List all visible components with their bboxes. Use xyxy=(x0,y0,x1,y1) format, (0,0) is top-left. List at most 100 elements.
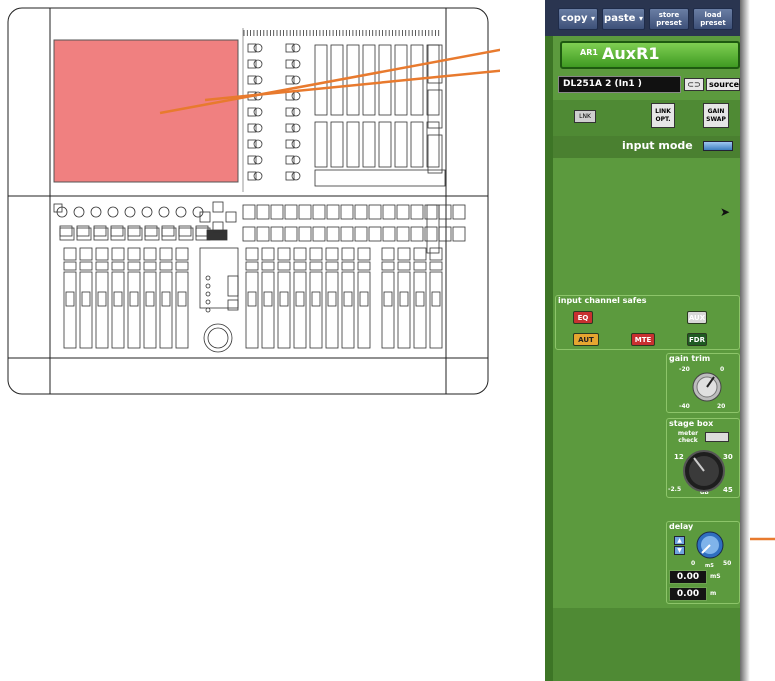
fader-cap xyxy=(161,291,171,307)
strip-button xyxy=(429,261,443,271)
panel-bottom xyxy=(545,608,740,681)
channel-name-bar[interactable]: AR1 AuxR1 xyxy=(560,41,740,69)
strip-button xyxy=(413,247,427,261)
strip-button xyxy=(357,247,371,261)
surface-button xyxy=(452,226,466,242)
select-button xyxy=(195,225,209,237)
select-knob xyxy=(107,206,119,218)
fader-cap xyxy=(263,291,273,307)
paste-button[interactable]: paste ▾ xyxy=(602,8,645,30)
fader-track xyxy=(413,271,427,349)
strip-button xyxy=(159,261,173,271)
strip-button xyxy=(245,247,259,261)
surface-button xyxy=(382,226,396,242)
link-toggle[interactable]: LNK xyxy=(574,110,596,123)
channel-knob xyxy=(291,107,301,117)
surface-button xyxy=(242,226,256,242)
strip-button xyxy=(325,247,339,261)
input-mode-toggle[interactable] xyxy=(703,141,733,151)
eq-safe-button[interactable]: EQ xyxy=(573,311,593,324)
strip-button xyxy=(127,261,141,271)
fader-cap xyxy=(327,291,337,307)
select-button xyxy=(110,225,124,237)
mini-button xyxy=(53,203,63,213)
fader-cap xyxy=(343,291,353,307)
strip-button xyxy=(261,261,275,271)
surface-button xyxy=(354,226,368,242)
nav-button xyxy=(225,211,237,223)
store-preset-button[interactable]: store preset xyxy=(649,8,689,30)
channel-id: AR1 xyxy=(580,48,598,57)
link-opt-button[interactable]: LINK OPT. xyxy=(651,103,675,128)
centre-led xyxy=(205,275,211,281)
load-preset-button[interactable]: load preset xyxy=(693,8,733,30)
fader-cap xyxy=(247,291,257,307)
surface-button xyxy=(312,226,326,242)
centre-button xyxy=(227,299,239,311)
select-button xyxy=(93,225,107,237)
fader-cap xyxy=(81,291,91,307)
fader-track xyxy=(261,271,275,349)
fdr-safe-button[interactable]: FDR xyxy=(687,333,707,346)
strip-button xyxy=(143,247,157,261)
channel-knob xyxy=(253,139,263,149)
channel-knob xyxy=(291,91,301,101)
surface-button xyxy=(410,226,424,242)
select-button xyxy=(59,225,73,237)
input-mode-label: input mode xyxy=(622,139,693,152)
fader-cap xyxy=(431,291,441,307)
strip-button xyxy=(63,261,77,271)
gain-trim-knob[interactable] xyxy=(690,370,724,404)
strip-button xyxy=(277,247,291,261)
fader-track xyxy=(293,271,307,349)
logo-block xyxy=(206,229,228,241)
delay-ms-value[interactable]: 0.00 xyxy=(669,570,707,584)
aux-safe-button[interactable]: AUX xyxy=(687,311,707,324)
fader-track xyxy=(111,271,125,349)
strip-button xyxy=(341,261,355,271)
select-button xyxy=(178,225,192,237)
input-source-field[interactable]: DL251A 2 (In1 ) xyxy=(558,76,681,93)
channel-panel: copy ▾ paste ▾ store preset load preset … xyxy=(545,0,740,681)
aut-safe-button[interactable]: AUT xyxy=(573,333,599,346)
delay-up-button[interactable]: ▲ xyxy=(674,536,685,545)
delay-knob[interactable] xyxy=(695,530,725,560)
centre-led xyxy=(205,299,211,305)
fader-track xyxy=(127,271,141,349)
strip-button xyxy=(397,261,411,271)
fader-track xyxy=(63,271,77,349)
channel-knob xyxy=(291,123,301,133)
source-button[interactable]: source xyxy=(706,78,740,91)
centre-led xyxy=(205,283,211,289)
select-button xyxy=(127,225,141,237)
delay-m-value[interactable]: 0.00 xyxy=(669,587,707,601)
mte-safe-button[interactable]: MTE xyxy=(631,333,655,346)
gain-swap-button[interactable]: GAIN SWAP xyxy=(703,103,729,128)
channel-knob xyxy=(291,59,301,69)
stage-box-gain-knob[interactable] xyxy=(682,449,726,493)
fader-cap xyxy=(145,291,155,307)
select-knob xyxy=(175,206,187,218)
strip-button xyxy=(127,247,141,261)
module-slot xyxy=(346,44,360,116)
safes-title: input channel safes xyxy=(558,296,647,305)
strip-button xyxy=(63,247,77,261)
surface-button xyxy=(242,204,256,220)
delay-down-button[interactable]: ▼ xyxy=(674,546,685,555)
fader-track xyxy=(79,271,93,349)
channel-knob xyxy=(253,75,263,85)
module-slot xyxy=(362,44,376,116)
fader-track xyxy=(325,271,339,349)
module-slot xyxy=(378,121,392,168)
strip-button xyxy=(95,247,109,261)
meter-check-toggle[interactable] xyxy=(705,432,729,442)
strip-button xyxy=(357,261,371,271)
fader-track xyxy=(143,271,157,349)
copy-button[interactable]: copy ▾ xyxy=(558,8,598,30)
channel-knob xyxy=(291,171,301,181)
fader-cap xyxy=(129,291,139,307)
fader-cap xyxy=(97,291,107,307)
link-icon[interactable]: ⊂⊃ xyxy=(684,78,704,91)
jog-wheel-inner xyxy=(207,327,229,349)
select-button xyxy=(76,225,90,237)
